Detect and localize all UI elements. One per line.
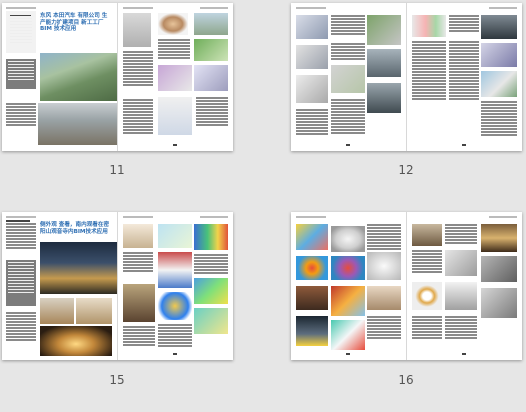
heat-map-image [194, 278, 228, 304]
interior-render-image [296, 286, 328, 310]
pagoda-image [40, 298, 74, 324]
elevation-drawing-image [123, 224, 153, 248]
spread-11-title: 东风 本田汽车 有限公司 生产能力扩建项目 新工工厂 BIM 技术应用 [40, 13, 108, 33]
section-render-image [331, 286, 365, 316]
site-render-image [194, 13, 228, 35]
spread-thumbnail-16[interactable] [291, 212, 522, 360]
temple-night-image [40, 242, 117, 294]
colorful-diagram-image [296, 224, 328, 250]
night-view-image [296, 316, 328, 346]
spread-label-11: 11 [109, 163, 125, 177]
colored-section-image [412, 15, 446, 37]
dome-section-image [367, 286, 401, 310]
duct-model-image [481, 43, 517, 67]
spread-12-left-page [291, 3, 406, 151]
heatmap-blue-image [296, 256, 328, 280]
spread-12-right-page [407, 3, 522, 151]
equipment-image [367, 83, 401, 113]
software-screenshot [123, 13, 151, 47]
factory-aerial-image [40, 53, 117, 101]
structure-model-image [158, 65, 192, 91]
roof-model-image [367, 15, 401, 45]
spread-label-15: 15 [109, 373, 125, 387]
dome-render-image [367, 252, 401, 280]
spread-15-left-page: 侧外观 查看，南内观看在密阳山观音寺内BIM技术应用 [2, 212, 117, 360]
interior-image [367, 49, 401, 77]
pipe-model-image [194, 65, 228, 91]
buddha-statue-image [481, 224, 517, 252]
spread-thumbnail-11[interactable]: 东风 本田汽车 有限公司 生产能力扩建项目 新工工厂 BIM 技术应用 [2, 3, 233, 151]
floor-plan-image [158, 97, 192, 135]
structure-grid-image [296, 75, 328, 103]
hourglass-model-image [158, 252, 192, 288]
hall-render-image [481, 15, 517, 39]
round-model-image [158, 13, 188, 35]
radar-plot-image [158, 292, 192, 320]
color-map-image [194, 224, 228, 250]
golden-tower-image [40, 326, 112, 356]
structural-frame-image [445, 250, 477, 276]
spread-label-12: 12 [398, 163, 414, 177]
analysis-chart-image [158, 224, 192, 248]
heatmap-red-image [331, 256, 365, 280]
rebar-model-image [481, 288, 517, 318]
ancient-building-image [123, 284, 155, 322]
spread-16-right-page [407, 212, 522, 360]
spread-15-right-page [118, 212, 233, 360]
contour-image [194, 308, 228, 334]
factory-building-image [38, 103, 117, 145]
spread-thumbnail-12[interactable] [291, 3, 522, 151]
ceiling-model-image [481, 71, 517, 97]
building-section-image [296, 15, 328, 39]
spread-thumbnail-15[interactable]: 侧外观 查看，南内观看在密阳山观音寺内BIM技术应用 [2, 212, 233, 360]
dome-model-image [331, 226, 365, 252]
dome-frame-image [445, 282, 477, 310]
spread-label-16: 16 [398, 373, 414, 387]
green-roof-image [194, 39, 228, 61]
spread-11-right-page [118, 3, 233, 151]
mep-model-image [331, 320, 365, 350]
spread-15-title: 侧外观 查看，南内观看在密阳山观音寺内BIM技术应用 [40, 222, 110, 235]
temple-hall-image [412, 224, 442, 246]
frame-model-image [331, 65, 365, 93]
ring-model-image [412, 282, 442, 310]
spread-16-left-page [291, 212, 406, 360]
roof-structure-image [481, 256, 517, 282]
stupa-image [76, 298, 112, 324]
truss-model-image [296, 45, 328, 69]
spread-11-left-page: 东风 本田汽车 有限公司 生产能力扩建项目 新工工厂 BIM 技术应用 [2, 3, 117, 151]
